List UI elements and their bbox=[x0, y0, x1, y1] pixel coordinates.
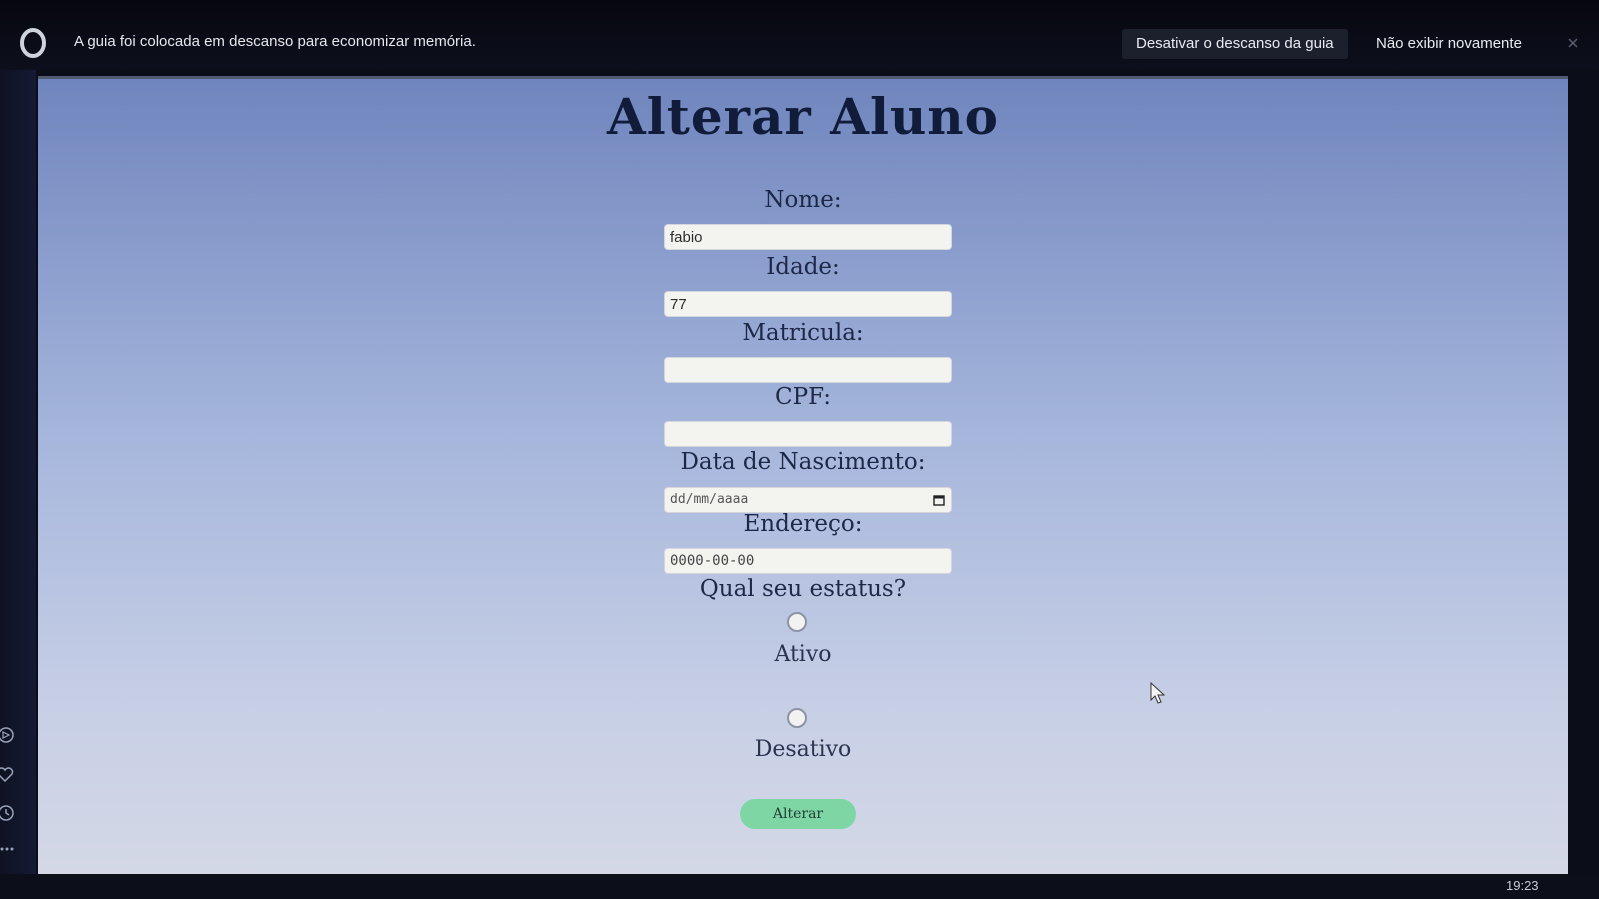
nome-field[interactable] bbox=[664, 224, 952, 250]
endereco-field[interactable] bbox=[664, 548, 952, 574]
cpf-field[interactable] bbox=[664, 421, 952, 447]
page-content: Alterar Aluno Nome: Idade: Matricula: CP… bbox=[38, 76, 1568, 877]
status-desativo-radio[interactable] bbox=[787, 708, 807, 728]
endereco-label: Endereço: bbox=[743, 511, 863, 537]
alterar-submit-button[interactable]: Alterar bbox=[740, 799, 856, 829]
nome-label: Nome: bbox=[764, 187, 842, 213]
heart-icon[interactable] bbox=[0, 766, 18, 784]
birthdate-field[interactable]: dd/mm/aaaa bbox=[664, 487, 952, 513]
matricula-field[interactable] bbox=[664, 357, 952, 383]
matricula-label: Matricula: bbox=[742, 320, 864, 346]
student-edit-form: Nome: Idade: Matricula: CPF: Data de Nas… bbox=[38, 79, 1568, 877]
send-icon[interactable] bbox=[0, 726, 18, 744]
history-clock-icon[interactable] bbox=[0, 804, 18, 822]
mouse-pointer-icon bbox=[1150, 682, 1166, 704]
taskbar-clock: 19:23 bbox=[1506, 878, 1539, 893]
status-ativo-radio[interactable] bbox=[787, 612, 807, 632]
status-ativo-label: Ativo bbox=[774, 642, 832, 667]
idade-field[interactable] bbox=[664, 291, 952, 317]
tab-sleep-notification-bar: A guia foi colocada em descanso para eco… bbox=[0, 0, 1599, 70]
birthdate-placeholder: dd/mm/aaaa bbox=[670, 492, 749, 507]
nascimento-label: Data de Nascimento: bbox=[680, 449, 926, 475]
calendar-icon[interactable] bbox=[933, 494, 945, 506]
opera-logo-icon bbox=[20, 28, 46, 58]
idade-label: Idade: bbox=[766, 254, 840, 280]
more-options-icon[interactable] bbox=[0, 840, 18, 858]
disable-tab-sleep-button[interactable]: Desativar o descanso da guia bbox=[1122, 29, 1348, 59]
browser-sidebar bbox=[0, 70, 36, 899]
status-desativo-label: Desativo bbox=[754, 737, 852, 762]
status-question: Qual seu estatus? bbox=[699, 576, 907, 602]
notification-message: A guia foi colocada em descanso para eco… bbox=[74, 33, 476, 50]
taskbar: 19:23 bbox=[0, 874, 1599, 899]
close-icon[interactable] bbox=[1566, 36, 1580, 50]
cpf-label: CPF: bbox=[775, 384, 831, 410]
dont-show-again-button[interactable]: Não exibir novamente bbox=[1362, 29, 1536, 59]
